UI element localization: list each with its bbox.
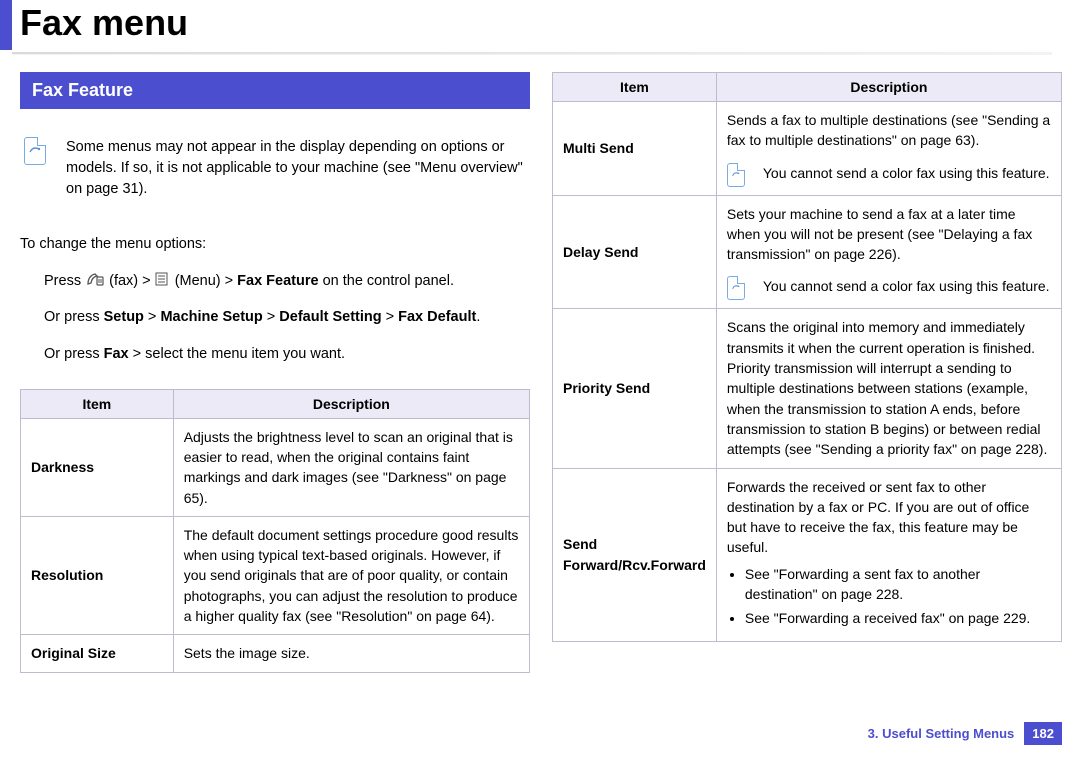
inner-note-text: You cannot send a color fax using this f… [763, 163, 1050, 183]
step2-s1: > [144, 309, 161, 325]
th-desc-l: Description [173, 389, 529, 418]
desc-cell: Sends a fax to multiple destinations (se… [716, 102, 1061, 196]
table-row: Send Forward/Rcv.Forward Forwards the re… [553, 468, 1062, 641]
step1-prefix: Press [44, 273, 85, 289]
title-accent [0, 0, 12, 50]
page-number: 182 [1024, 722, 1062, 745]
note-text: Some menus may not appear in the display… [66, 137, 526, 200]
step3-prefix: Or press [44, 346, 104, 362]
note-box: Some menus may not appear in the display… [20, 129, 530, 208]
page-footer: 3. Useful Setting Menus 182 [868, 722, 1062, 745]
table-row: Priority Send Scans the original into me… [553, 309, 1062, 468]
table-row: Delay Send Sets your machine to send a f… [553, 195, 1062, 309]
step-1: Press (fax) > (Menu) > Fax Feature on th… [20, 269, 530, 294]
item-cell: Resolution [21, 516, 174, 634]
table-row: Resolution The default document settings… [21, 516, 530, 634]
step2-b3: Default Setting [279, 309, 381, 325]
step2-b4: Fax Default [398, 309, 476, 325]
page: Fax menu Fax Feature Some menus may not … [0, 0, 1080, 673]
step3-b1: Fax [104, 346, 129, 362]
step-2: Or press Setup > Machine Setup > Default… [20, 305, 530, 330]
item-cell: Priority Send [553, 309, 717, 468]
list-item: See "Forwarding a received fax" on page … [745, 608, 1051, 628]
desc-cell: Forwards the received or sent fax to oth… [716, 468, 1061, 641]
list-item: See "Forwarding a sent fax to another de… [745, 564, 1051, 605]
footer-chapter: 3. Useful Setting Menus [868, 726, 1015, 741]
section-header: Fax Feature [20, 72, 530, 109]
desc-text: Forwards the received or sent fax to oth… [727, 477, 1051, 558]
th-desc-r: Description [716, 73, 1061, 102]
step1-suffix: on the control panel. [323, 273, 454, 289]
desc-cell: Sets the image size. [173, 635, 529, 672]
menu-icon [155, 273, 171, 289]
fax-phone-icon [85, 273, 105, 289]
right-column: Item Description Multi Send Sends a fax … [552, 72, 1062, 673]
intro-text: To change the menu options: [20, 232, 530, 257]
note-page-icon [727, 276, 745, 300]
th-item-r: Item [553, 73, 717, 102]
note-page-icon [727, 163, 745, 187]
desc-cell: The default document settings procedure … [173, 516, 529, 634]
note-icon-wrap [24, 137, 52, 200]
title-bar: Fax menu [0, 0, 1062, 50]
bullet-list: See "Forwarding a sent fax to another de… [727, 564, 1051, 629]
step1-fax: (fax) > [109, 273, 155, 289]
table-row: Darkness Adjusts the brightness level to… [21, 418, 530, 516]
desc-text: Sends a fax to multiple destinations (se… [727, 110, 1051, 151]
table-row: Original Size Sets the image size. [21, 635, 530, 672]
step3-suffix: > select the menu item you want. [133, 346, 345, 362]
title-underline [12, 52, 1052, 54]
content-columns: Fax Feature Some menus may not appear in… [0, 72, 1062, 673]
step2-b2: Machine Setup [160, 309, 262, 325]
th-item-l: Item [21, 389, 174, 418]
page-title: Fax menu [20, 2, 188, 44]
item-cell: Original Size [21, 635, 174, 672]
desc-cell: Sets your machine to send a fax at a lat… [716, 195, 1061, 309]
left-table: Item Description Darkness Adjusts the br… [20, 389, 530, 673]
step2-s3: > [382, 309, 399, 325]
desc-text: Sets your machine to send a fax at a lat… [727, 204, 1051, 265]
inner-note: You cannot send a color fax using this f… [727, 276, 1051, 300]
step2-prefix: Or press [44, 309, 104, 325]
desc-cell: Scans the original into memory and immed… [716, 309, 1061, 468]
inner-note-text: You cannot send a color fax using this f… [763, 276, 1050, 296]
item-cell: Send Forward/Rcv.Forward [553, 468, 717, 641]
step1-bold: Fax Feature [237, 273, 318, 289]
item-cell: Delay Send [553, 195, 717, 309]
note-page-icon [24, 137, 46, 165]
inner-note: You cannot send a color fax using this f… [727, 163, 1051, 187]
step2-b1: Setup [104, 309, 144, 325]
table-row: Multi Send Sends a fax to multiple desti… [553, 102, 1062, 196]
item-cell: Darkness [21, 418, 174, 516]
step-3: Or press Fax > select the menu item you … [20, 342, 530, 367]
item-cell: Multi Send [553, 102, 717, 196]
step2-s2: > [263, 309, 280, 325]
left-column: Fax Feature Some menus may not appear in… [20, 72, 530, 673]
step2-suffix: . [476, 309, 480, 325]
step1-menu: (Menu) > [175, 273, 237, 289]
desc-cell: Adjusts the brightness level to scan an … [173, 418, 529, 516]
right-table: Item Description Multi Send Sends a fax … [552, 72, 1062, 642]
